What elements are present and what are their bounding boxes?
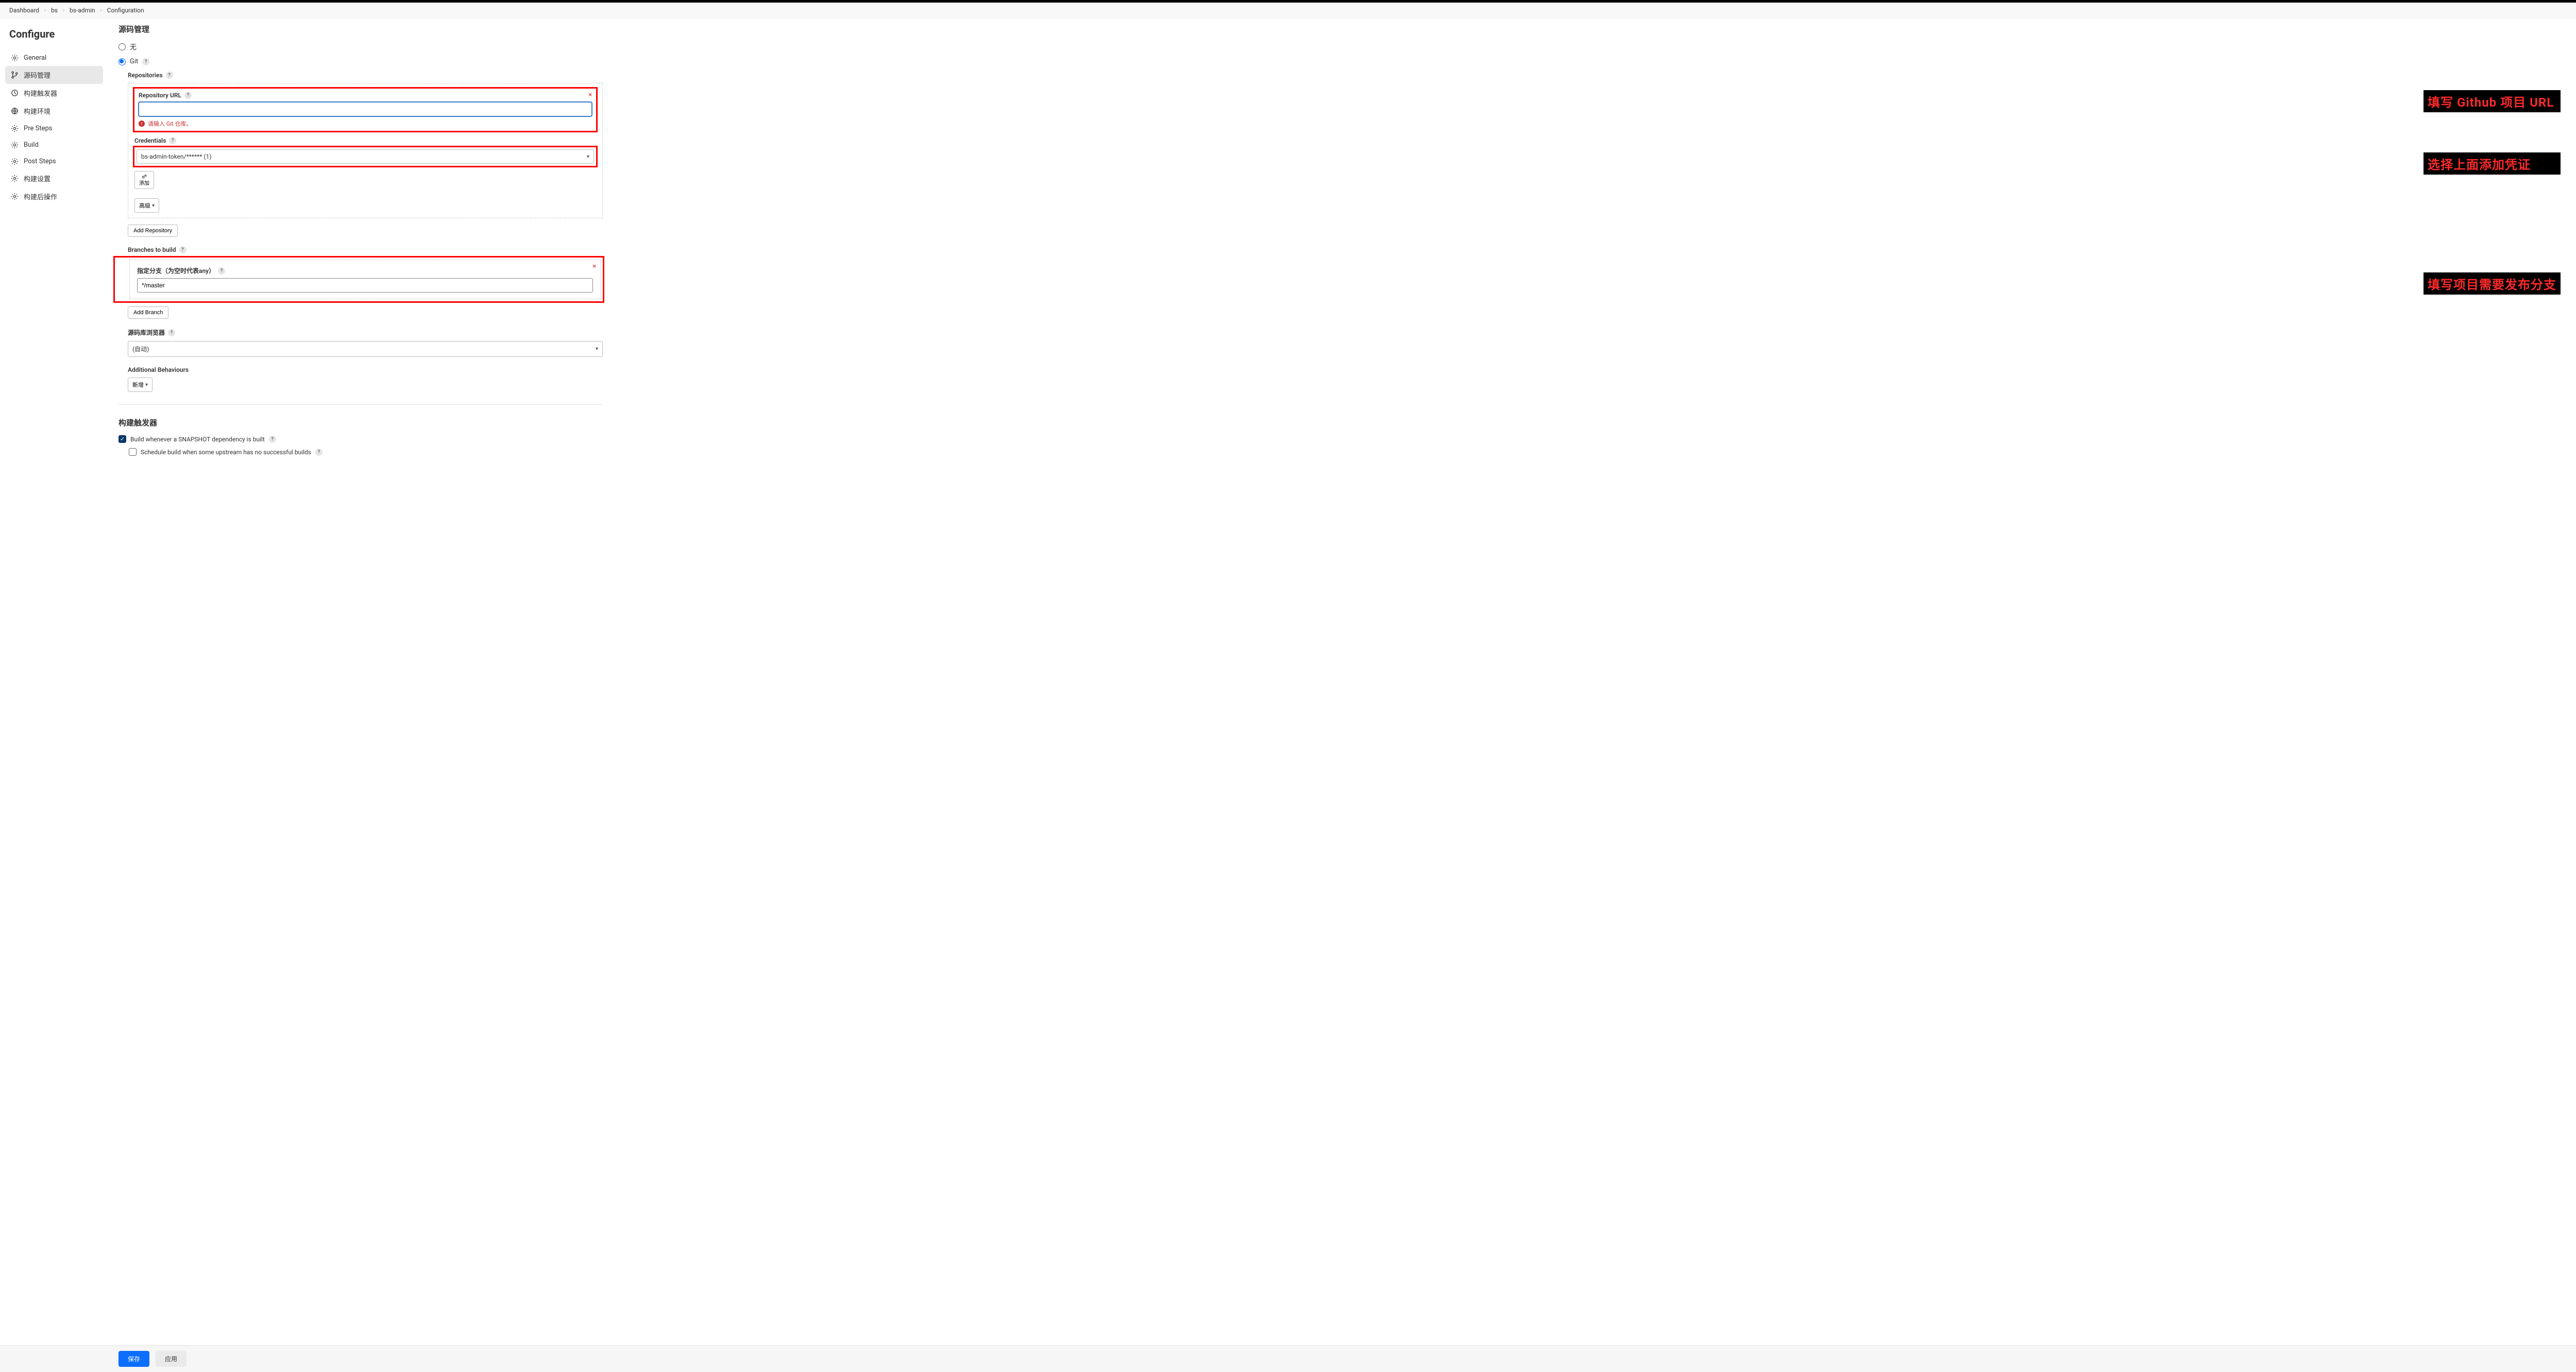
remove-branch-icon[interactable]: ×: [592, 263, 596, 270]
gear-icon: [10, 141, 19, 149]
chevron-down-icon: ▾: [145, 382, 148, 388]
sidebar-item-label: Build: [24, 141, 39, 149]
repo-browser-select[interactable]: (自动) ▾: [128, 341, 603, 357]
sidebar-item-label: 构建后操作: [24, 192, 57, 201]
breadcrumb: Dashboard › bs › bs-admin › Configuratio…: [0, 3, 2576, 19]
help-icon[interactable]: ?: [179, 246, 187, 253]
gear-icon: [10, 54, 19, 62]
repo-url-input[interactable]: [139, 102, 592, 116]
bottom-action-bar: 保存 应用: [0, 1345, 2576, 1372]
annotation-text-3: 填写项目需要发布分支: [2424, 272, 2561, 295]
help-icon[interactable]: ?: [269, 436, 276, 443]
sidebar-item-label: 构建设置: [24, 174, 50, 183]
checkbox-label: Build whenever a SNAPSHOT dependency is …: [130, 436, 265, 443]
checkbox-icon: [129, 448, 137, 456]
help-icon[interactable]: ?: [166, 72, 173, 79]
radio-label: Git: [130, 58, 138, 65]
annotation-overlay: 填写 Github 项目 URL 选择上面添加凭证 填写项目需要发布分支: [2424, 85, 2561, 295]
sidebar-item-label: Pre Steps: [24, 125, 52, 132]
trigger-snapshot-row[interactable]: ✓ Build whenever a SNAPSHOT dependency i…: [118, 435, 603, 443]
help-icon[interactable]: ?: [315, 449, 323, 456]
branches-label: Branches to build ?: [128, 246, 603, 253]
trigger-schedule-row[interactable]: Schedule build when some upstream has no…: [129, 448, 603, 456]
chevron-down-icon: ▾: [596, 346, 598, 352]
sidebar-item-label: 构建触发器: [24, 88, 57, 98]
radio-icon: [118, 58, 126, 65]
chevron-down-icon: ▾: [152, 203, 155, 209]
additional-behaviours-label: Additional Behaviours: [128, 366, 603, 373]
chevron-down-icon: ▾: [587, 154, 589, 160]
annotation-text-1: 填写 Github 项目 URL: [2424, 90, 2561, 112]
radio-icon: [118, 43, 126, 50]
sidebar-item-poststeps[interactable]: Post Steps: [5, 153, 103, 169]
sidebar-item-triggers[interactable]: 构建触发器: [5, 84, 103, 102]
clock-icon: [10, 89, 19, 97]
add-behaviour-button[interactable]: 新增 ▾: [128, 378, 152, 392]
branch-icon: [10, 71, 19, 79]
scm-radio-git[interactable]: Git ?: [118, 58, 603, 65]
triggers-section-title: 构建触发器: [118, 417, 603, 428]
gear-icon: [10, 157, 19, 165]
checkbox-icon: ✓: [118, 435, 126, 443]
page-title: Configure: [9, 28, 99, 40]
help-icon[interactable]: ?: [142, 58, 149, 65]
scm-radio-none[interactable]: 无: [118, 42, 603, 52]
sidebar-item-label: Post Steps: [24, 158, 56, 165]
annotation-highlight-branch: × 指定分支（为空时代表any） ?: [113, 256, 604, 303]
branch-spec-label: 指定分支（为空时代表any） ?: [137, 266, 593, 275]
annotation-text-2: 选择上面添加凭证: [2424, 152, 2561, 175]
repositories-label: Repositories ?: [128, 72, 603, 79]
advanced-button[interactable]: 高级 ▾: [134, 198, 159, 213]
repo-url-error: ! 请输入 Git 仓库。: [139, 119, 592, 128]
annotation-highlight-url: × Repository URL ? ! 请输入 Git 仓库。: [133, 87, 598, 132]
branch-group: × 指定分支（为空时代表any） ?: [129, 260, 601, 299]
sidebar: Configure General 源码管理 构建触发器 构建环境 Pre St…: [0, 19, 108, 502]
repo-url-label: Repository URL ?: [139, 92, 592, 99]
gear-icon: [10, 175, 19, 183]
sidebar-item-label: 构建环境: [24, 106, 50, 116]
chevron-right-icon: ›: [63, 8, 64, 13]
breadcrumb-dashboard[interactable]: Dashboard: [9, 7, 39, 14]
help-icon[interactable]: ?: [169, 137, 176, 144]
sidebar-item-build[interactable]: Build: [5, 136, 103, 153]
sidebar-item-label: General: [24, 54, 46, 62]
annotation-highlight-credentials: bs-admin-token/****** (1) ▾: [133, 146, 598, 167]
main-content: 源码管理 无 Git ? Repositories ? × Repository…: [108, 19, 613, 502]
branch-spec-input[interactable]: [137, 278, 593, 293]
chevron-right-icon: ›: [44, 8, 46, 13]
chevron-down-icon: [144, 174, 145, 179]
credentials-select[interactable]: bs-admin-token/****** (1) ▾: [137, 149, 594, 164]
sidebar-item-buildsettings[interactable]: 构建设置: [5, 169, 103, 187]
breadcrumb-bs-admin[interactable]: bs-admin: [70, 7, 95, 14]
sidebar-item-scm[interactable]: 源码管理: [5, 66, 103, 84]
chevron-right-icon: ›: [100, 8, 102, 13]
scm-section-title: 源码管理: [118, 24, 603, 35]
section-divider: [118, 404, 603, 405]
add-repository-button[interactable]: Add Repository: [128, 225, 178, 237]
apply-button[interactable]: 应用: [156, 1351, 187, 1367]
checkbox-label: Schedule build when some upstream has no…: [141, 449, 311, 456]
breadcrumb-configuration[interactable]: Configuration: [107, 7, 144, 14]
sidebar-item-env[interactable]: 构建环境: [5, 102, 103, 120]
gear-icon: [10, 124, 19, 132]
globe-icon: [10, 107, 19, 115]
add-branch-button[interactable]: Add Branch: [128, 306, 168, 319]
browser-label: 源码库浏览器 ?: [128, 328, 603, 337]
help-icon[interactable]: ?: [168, 329, 175, 336]
breadcrumb-bs[interactable]: bs: [51, 7, 58, 14]
remove-repo-icon[interactable]: ×: [588, 92, 592, 98]
help-icon[interactable]: ?: [218, 267, 225, 275]
add-credentials-button[interactable]: 添加: [134, 171, 154, 189]
repository-group: × Repository URL ? ! 请输入 Git 仓库。 Credent…: [128, 83, 603, 218]
error-icon: !: [139, 121, 145, 127]
radio-label: 无: [130, 42, 137, 52]
help-icon[interactable]: ?: [184, 92, 192, 99]
save-button[interactable]: 保存: [118, 1351, 149, 1367]
sidebar-item-label: 源码管理: [24, 70, 50, 80]
sidebar-item-general[interactable]: General: [5, 49, 103, 66]
credentials-label: Credentials ?: [134, 137, 596, 144]
gear-icon: [10, 193, 19, 201]
sidebar-item-postbuild[interactable]: 构建后操作: [5, 187, 103, 205]
sidebar-item-presteps[interactable]: Pre Steps: [5, 120, 103, 136]
